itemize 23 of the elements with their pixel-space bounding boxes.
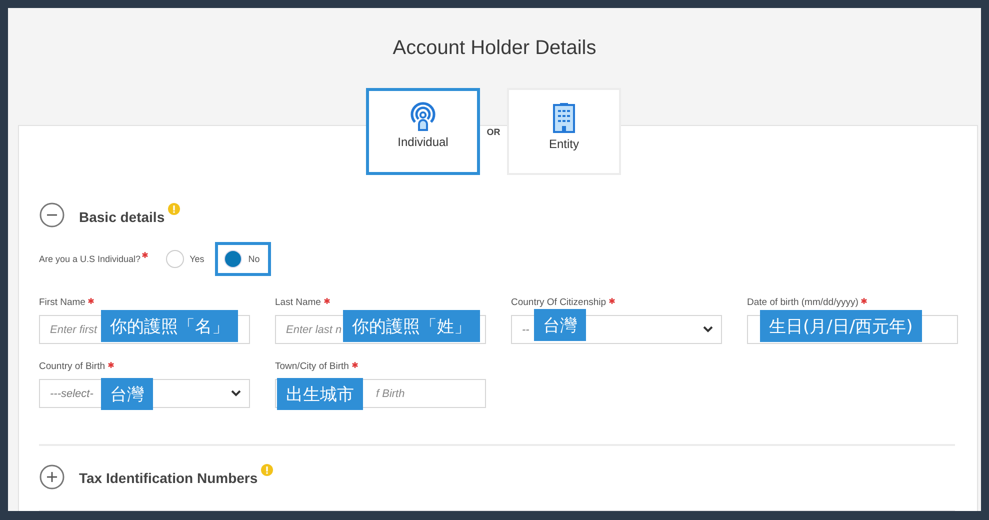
annotation-tooltip: 你的護照「姓」 xyxy=(343,310,480,342)
separator-text: OR xyxy=(486,126,502,136)
annotation-tooltip: 你的護照「名」 xyxy=(101,310,238,342)
field-label: Country of Birth xyxy=(39,361,114,374)
person-signal-icon xyxy=(408,102,438,132)
radio-option[interactable]: Yes xyxy=(156,242,216,276)
holder-type-tab[interactable]: Entity xyxy=(507,88,621,175)
annotation-tooltip: 台灣 xyxy=(534,309,586,341)
annotation-tooltip: 台灣 xyxy=(101,378,153,410)
annotation-tooltip: 生日(月/日/西元年) xyxy=(760,310,922,342)
holder-type-tab[interactable]: Individual xyxy=(366,88,480,175)
section-title: Basic details xyxy=(79,208,165,224)
field-label: Town/City of Birth xyxy=(275,361,358,374)
question-label: Are you a U.S Individual? xyxy=(39,254,141,264)
field-label: First Name xyxy=(39,297,94,310)
page-title: Account Holder Details xyxy=(392,36,598,61)
radio-option[interactable]: No xyxy=(215,242,271,276)
field-label: Last Name xyxy=(275,297,330,310)
field-label: Country Of Citizenship xyxy=(511,297,616,310)
section-title: Tax Identification Numbers xyxy=(79,470,258,486)
chevron-down-icon xyxy=(703,326,713,333)
annotation-tooltip: 出生城市 xyxy=(277,378,363,410)
field-label: Date of birth (mm/dd/yyyy) xyxy=(747,297,868,310)
